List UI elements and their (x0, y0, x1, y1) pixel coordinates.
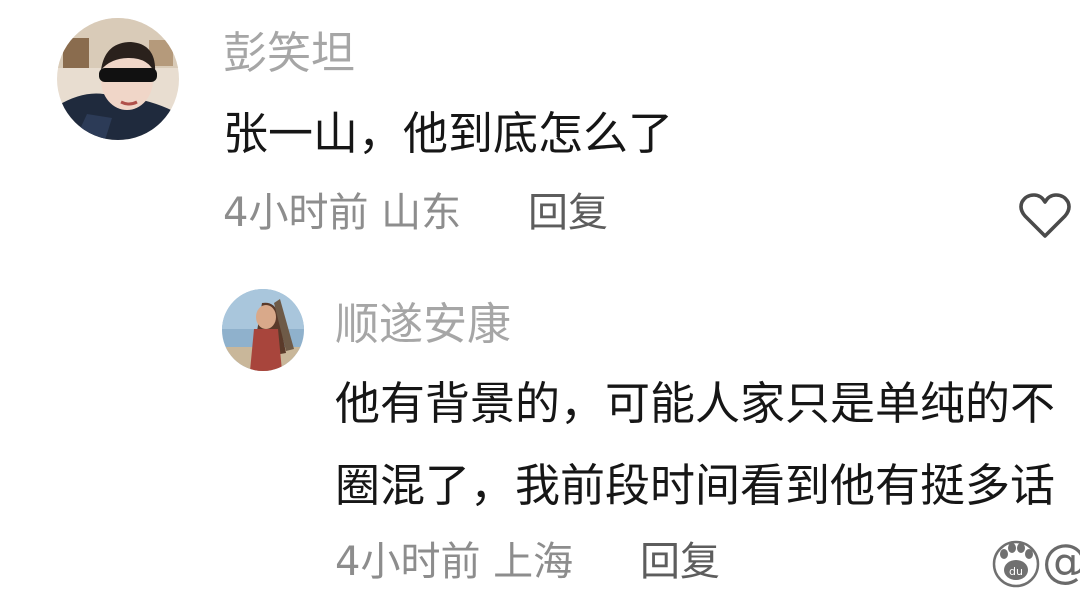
comment-author[interactable]: 顺遂安康 (335, 298, 511, 352)
reply-button[interactable]: 回复 (640, 537, 720, 587)
avatar[interactable] (222, 289, 304, 371)
comment-text-line: 圈混了，我前段时间看到他有挺多话 (335, 459, 1056, 512)
comment-meta: 4小时前 上海 (335, 539, 574, 585)
comment-meta: 4小时前 山东 (223, 190, 462, 236)
avatar[interactable] (57, 18, 179, 140)
reply-button[interactable]: 回复 (528, 188, 608, 238)
user-avatar-icon (57, 18, 179, 140)
comment-text-line: 他有背景的，可能人家只是单纯的不 (335, 377, 1056, 430)
user-avatar-icon (222, 289, 304, 371)
comment-author[interactable]: 彭笑坦 (223, 27, 355, 81)
watermark: du @ (990, 534, 1080, 596)
watermark-at-symbol: @ (1042, 534, 1080, 588)
like-button[interactable] (1018, 192, 1072, 240)
svg-text:du: du (1009, 565, 1023, 578)
heart-outline-icon (1019, 193, 1071, 238)
comment-thread: 彭笑坦 张一山，他到底怎么了 4小时前 山东 回复 顺遂安康 他有背景的，可能人… (0, 0, 1080, 607)
comment-text: 张一山，他到底怎么了 (223, 107, 674, 160)
